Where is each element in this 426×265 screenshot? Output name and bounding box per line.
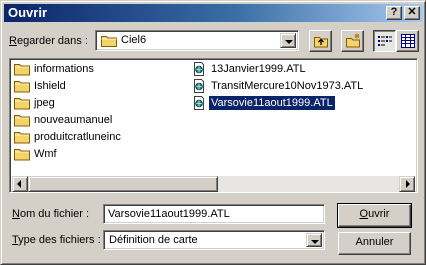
- help-icon: ?: [390, 6, 398, 18]
- list-item: jpeg: [34, 97, 55, 109]
- list-item: informations: [34, 63, 94, 75]
- new-folder-button[interactable]: [341, 30, 364, 52]
- list-item: TransitMercure10Nov1973.ATL: [211, 80, 364, 92]
- list-item: Ishield: [34, 80, 66, 92]
- map-file-icon: [194, 62, 204, 76]
- open-button[interactable]: Ouvrir: [337, 203, 412, 228]
- scroll-left-button[interactable]: [12, 176, 28, 192]
- folder-icon: [14, 132, 30, 144]
- list-item: Wmf: [34, 148, 57, 160]
- new-folder-icon: [346, 33, 360, 48]
- help-button[interactable]: ?: [386, 6, 402, 20]
- list-item: nouveaumanuel: [34, 114, 113, 126]
- list-item: produitcratluneinc: [34, 131, 121, 143]
- horizontal-scrollbar[interactable]: [12, 176, 415, 192]
- open-dialog: Ouvrir ? ✕ Regarder dans : Ciel6 informa…: [0, 0, 426, 265]
- folder-icon: [14, 98, 30, 110]
- list-item: 13Janvier1999.ATL: [211, 63, 306, 75]
- up-folder-button[interactable]: [309, 30, 332, 52]
- folder-icon: [101, 36, 117, 47]
- folder-icon: [14, 115, 30, 127]
- lookin-dropdown-arrow[interactable]: [280, 33, 296, 48]
- title-bar[interactable]: Ouvrir ? ✕: [4, 4, 423, 22]
- map-file-icon: [194, 96, 204, 110]
- filetype-value: Définition de carte: [109, 234, 198, 246]
- filetype-dropdown-arrow[interactable]: [306, 233, 322, 247]
- cancel-button[interactable]: Annuler: [338, 232, 411, 255]
- lookin-label: Regarder dans :: [9, 35, 88, 47]
- folder-icon: [14, 149, 30, 161]
- filename-field[interactable]: Varsovie11aout1999.ATL: [103, 204, 325, 224]
- details-view-button[interactable]: [396, 30, 419, 52]
- map-file-icon: [194, 79, 204, 93]
- filetype-combo[interactable]: Définition de carte: [103, 230, 325, 250]
- scroll-thumb[interactable]: [28, 176, 218, 192]
- filename-label: Nom du fichier :: [12, 208, 90, 220]
- lookin-combo[interactable]: Ciel6: [95, 30, 299, 51]
- close-button[interactable]: ✕: [404, 6, 420, 20]
- folder-icon: [14, 64, 30, 76]
- filetype-label: Type des fichiers :: [12, 234, 101, 246]
- folder-icon: [14, 81, 30, 93]
- file-list[interactable]: informations Ishield jpeg nouveaumanuel: [9, 58, 418, 193]
- scroll-right-button[interactable]: [399, 176, 415, 192]
- list-item: Varsovie11aout1999.ATL: [209, 96, 335, 110]
- lookin-value: Ciel6: [121, 34, 147, 46]
- list-view-icon: [378, 36, 392, 46]
- details-view-icon: [401, 34, 415, 48]
- up-folder-icon: [314, 37, 328, 48]
- list-view-button[interactable]: [373, 30, 396, 52]
- close-icon: ✕: [407, 6, 417, 18]
- window-title: Ouvrir: [8, 5, 48, 20]
